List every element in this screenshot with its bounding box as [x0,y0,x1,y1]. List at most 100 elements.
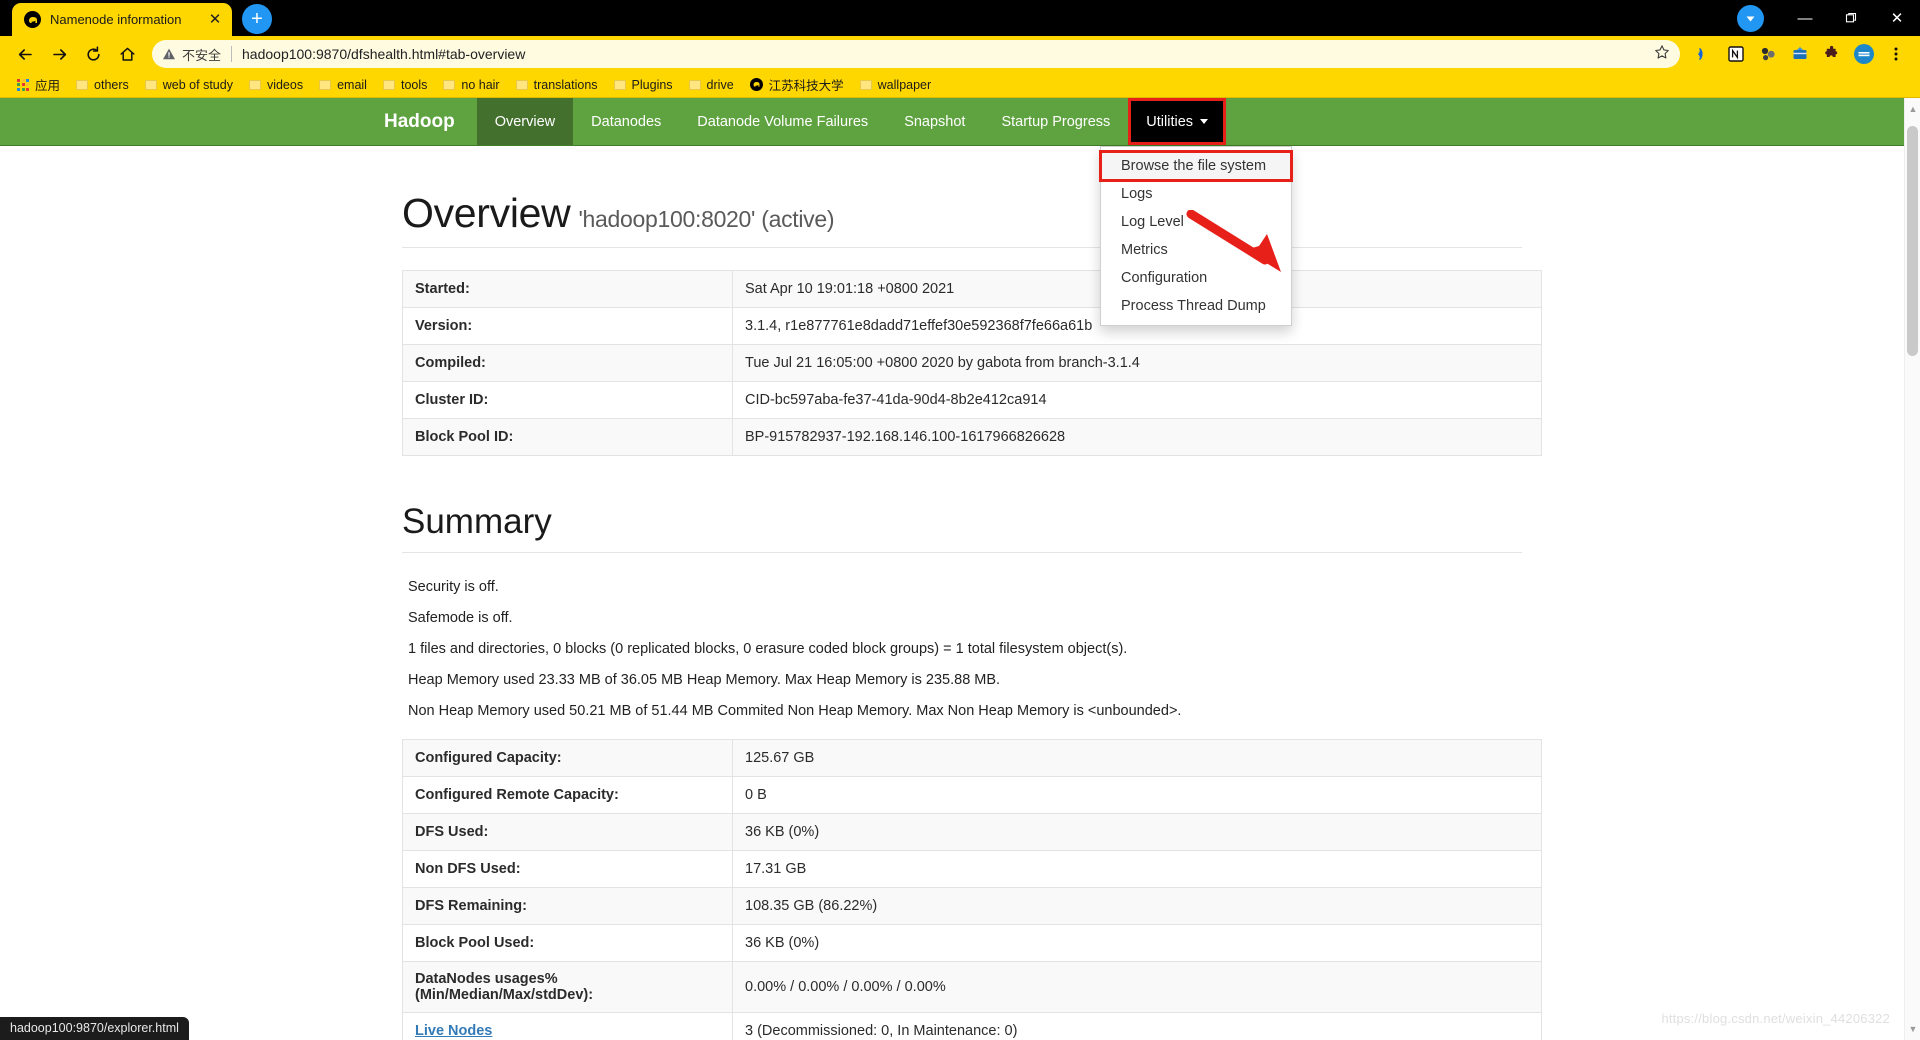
cast-icon[interactable] [1688,39,1720,69]
maximize-button[interactable] [1828,0,1874,36]
bookmark-web-of-study[interactable]: web of study [138,76,240,94]
bookmark-videos[interactable]: videos [242,76,310,94]
close-window-button[interactable]: ✕ [1874,0,1920,36]
tab-title: Namenode information [50,12,182,27]
summary-text: Heap Memory used 23.33 MB of 36.05 MB He… [408,672,1001,688]
menu-item-metrics[interactable]: Metrics [1101,236,1291,264]
bookmark-others[interactable]: others [69,76,136,94]
table-row: Version: 3.1.4, r1e877761e8dadd71effef30… [402,307,1542,345]
menu-item-process-thread-dump[interactable]: Process Thread Dump [1101,292,1291,320]
table-row: Cluster ID: CID-bc597aba-fe37-41da-90d4-… [402,381,1542,419]
globe-icon [749,78,763,91]
menu-item-logs[interactable]: Logs [1101,180,1291,208]
summary-paragraphs: Security is off. Safemode is off. 1 file… [402,579,1522,719]
row-value: 36 KB (0%) [732,813,1542,851]
folder-icon [144,79,157,90]
bookmark-plugins[interactable]: Plugins [607,76,680,94]
nav-tab-datanode-volume-failures[interactable]: Datanode Volume Failures [679,98,886,145]
nav-tab-utilities-label: Utilities [1146,113,1194,130]
table-row: Started: Sat Apr 10 19:01:18 +0800 2021 [402,270,1542,308]
wallet-icon[interactable] [1784,39,1816,69]
chevron-down-icon [1200,119,1209,124]
menu-item-log-level[interactable]: Log Level [1101,208,1291,236]
table-row: Block Pool ID: BP-915782937-192.168.146.… [402,418,1542,456]
forward-icon[interactable] [42,39,76,69]
bookmark-tools[interactable]: tools [376,76,434,94]
bookmark-label: others [94,77,129,92]
close-icon[interactable]: ✕ [206,11,224,29]
row-value: BP-915782937-192.168.146.100-16179668266… [732,418,1542,456]
bookmark-no-hair[interactable]: no hair [436,76,506,94]
row-key: DFS Remaining: [402,887,733,925]
bookmark-label: videos [266,77,304,92]
extension-avatar-icon[interactable] [1848,39,1880,69]
page-title: Overview 'hadoop100:8020' (active) [402,190,1522,237]
overview-subtitle: 'hadoop100:8020' (active) [578,206,835,232]
overview-table: Started: Sat Apr 10 19:01:18 +0800 2021 … [402,270,1542,456]
back-icon[interactable] [8,39,42,69]
folder-icon [688,79,701,90]
row-key: Cluster ID: [402,381,733,419]
security-label: 不安全 [182,47,222,63]
nav-tab-snapshot[interactable]: Snapshot [886,98,983,145]
nav-tab-overview[interactable]: Overview [476,98,574,145]
browser-toolbar: 不安全 hadoop100:9870/dfshealth.html#tab-ov… [0,36,1920,72]
row-key: Compiled: [402,344,733,382]
bookmark-drive[interactable]: drive [682,76,741,94]
nav-tab-datanodes[interactable]: Datanodes [573,98,679,145]
bookmark-star-icon[interactable] [1654,44,1670,65]
profile-avatar-icon[interactable] [1737,4,1764,32]
summary-heading: Summary [402,502,552,541]
bookmark-label: wallpaper [877,77,932,92]
page-scrollbar[interactable]: ▲ ▼ [1904,98,1920,1040]
navbar-brand[interactable]: Hadoop [362,98,477,145]
menu-item-configuration[interactable]: Configuration [1101,264,1291,292]
menu-dots-icon[interactable] [1880,39,1912,69]
bookmark-wallpaper[interactable]: wallpaper [853,76,939,94]
summary-text: Safemode is off. [408,610,513,626]
row-key: Started: [402,270,733,308]
table-row: Block Pool Used: 36 KB (0%) [402,924,1542,962]
bookmark-label: Plugins [631,77,673,92]
live-nodes-link[interactable]: Live Nodes [415,1023,492,1039]
row-key-live-nodes[interactable]: Live Nodes [402,1012,733,1040]
browser-tab[interactable]: Namenode information ✕ [12,3,232,36]
reload-icon[interactable] [76,39,110,69]
not-secure-indicator[interactable]: 不安全 [162,45,221,64]
home-icon[interactable] [110,39,144,69]
row-value: 3 (Decommissioned: 0, In Maintenance: 0) [732,1012,1542,1040]
bookmark-apps[interactable]: 应用 [10,73,67,96]
nav-tab-utilities[interactable]: Utilities [1128,98,1227,145]
address-bar[interactable]: 不安全 hadoop100:9870/dfshealth.html#tab-ov… [152,40,1680,68]
table-row: Compiled: Tue Jul 21 16:05:00 +0800 2020… [402,344,1542,382]
row-key: DFS Used: [402,813,733,851]
url-text[interactable]: hadoop100:9870/dfshealth.html#tab-overvi… [242,46,1646,62]
bookmark-label: drive [706,77,734,92]
summary-divider [402,552,1522,553]
puzzle-icon[interactable] [1816,39,1848,69]
bookmark-email[interactable]: email [312,76,374,94]
bookmark-label: translations [533,77,598,92]
folder-icon [248,79,261,90]
minimize-button[interactable]: — [1782,0,1828,36]
menu-item-browse-the-file-system[interactable]: Browse the file system [1099,150,1293,182]
scrollbar-thumb[interactable] [1907,126,1918,356]
new-tab-button[interactable]: + [242,4,272,34]
row-key: Configured Remote Capacity: [402,776,733,814]
window-controls: — ✕ [1737,0,1920,36]
bookmark-translations[interactable]: translations [509,76,605,94]
bookmark-label: 江苏科技大学 [768,79,844,93]
bookmark-label: no hair [461,77,500,92]
bookmark-university[interactable]: 江苏科技大学 [743,73,851,96]
row-key: Configured Capacity: [402,739,733,777]
browser-titlebar: Namenode information ✕ + — ✕ [0,0,1920,36]
table-row: DataNodes usages% (Min/Median/Max/stdDev… [402,961,1542,1013]
molecule-icon[interactable] [1752,39,1784,69]
summary-text: 1 files and directories, 0 blocks (0 rep… [408,641,1128,657]
nav-tab-startup-progress[interactable]: Startup Progress [983,98,1128,145]
scroll-down-icon[interactable]: ▼ [1905,1020,1920,1038]
utilities-dropdown-menu: Browse the file system Logs Log Level Me… [1099,146,1293,326]
table-row: Live Nodes 3 (Decommissioned: 0, In Main… [402,1012,1542,1040]
notion-icon[interactable] [1720,39,1752,69]
scroll-up-icon[interactable]: ▲ [1905,100,1920,118]
